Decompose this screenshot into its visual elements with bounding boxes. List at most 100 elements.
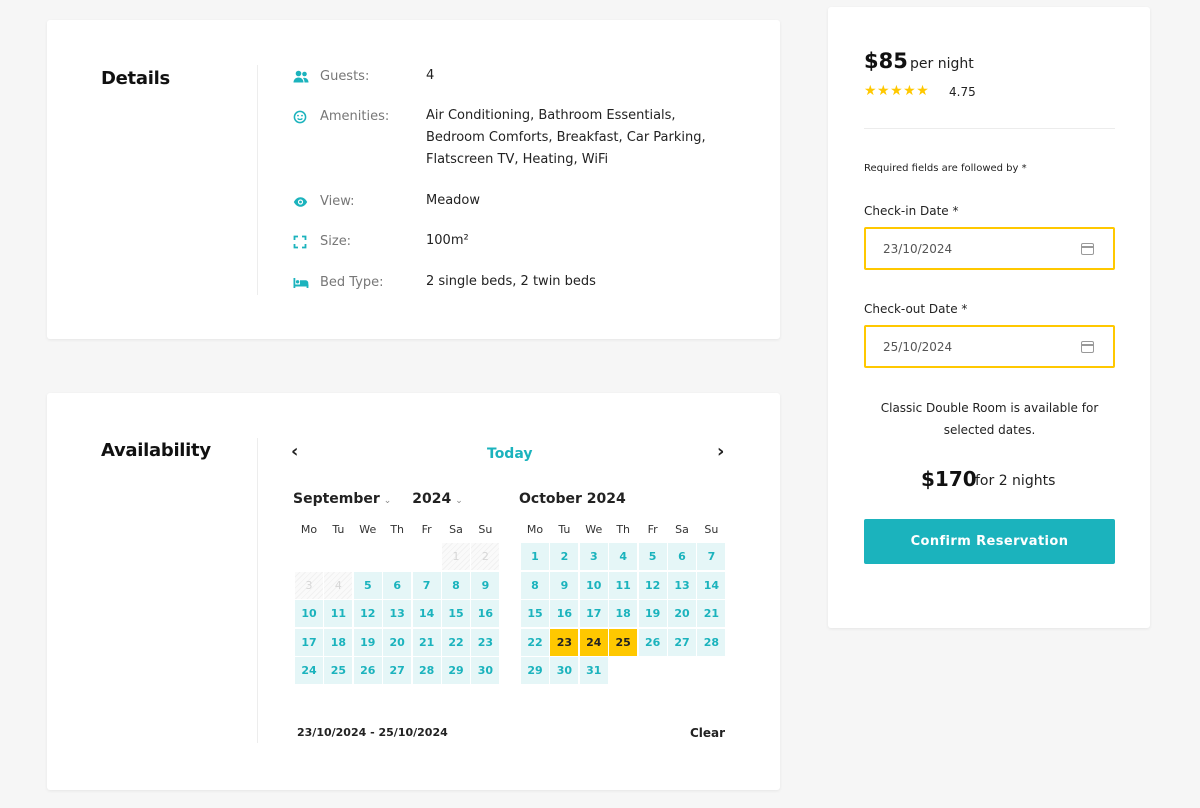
- calendar-day[interactable]: 8: [442, 571, 470, 599]
- calendar-day[interactable]: 22: [521, 628, 549, 656]
- calendar-day[interactable]: 26: [638, 628, 667, 656]
- calendar-day[interactable]: 9: [471, 571, 500, 599]
- checkin-date-input[interactable]: [864, 227, 1115, 270]
- calendar-day[interactable]: 18: [324, 628, 353, 656]
- calendar-day[interactable]: 10: [295, 600, 323, 628]
- weekday-header: Su: [704, 523, 719, 536]
- calendar-day[interactable]: 29: [521, 657, 549, 685]
- september-header: September ⌄ 2024 ⌄: [293, 491, 463, 507]
- total-price: $170: [921, 467, 977, 491]
- availability-title: Availability: [101, 440, 211, 461]
- calendar-day[interactable]: 27: [668, 628, 696, 656]
- calendar-day[interactable]: 29: [442, 657, 470, 685]
- detail-label-bed-type: Bed Type:: [320, 275, 384, 290]
- calendar-day[interactable]: 8: [521, 571, 549, 599]
- year-select-chevron-icon[interactable]: ⌄: [455, 496, 463, 506]
- rating-value: 4.75: [949, 85, 976, 99]
- calendar-day[interactable]: 22: [442, 628, 470, 656]
- calendar-day[interactable]: 12: [638, 571, 667, 599]
- calendar-day[interactable]: 21: [412, 628, 441, 656]
- calendar-day[interactable]: 7: [697, 543, 726, 570]
- calendar-day[interactable]: 6: [383, 571, 412, 599]
- calendar-day[interactable]: 16: [471, 600, 500, 628]
- clear-dates-button[interactable]: Clear: [690, 726, 725, 740]
- calendar-day[interactable]: 26: [353, 657, 382, 685]
- price-divider: [864, 128, 1115, 129]
- weekday-header: We: [585, 523, 603, 536]
- checkout-date-input[interactable]: [864, 325, 1115, 368]
- next-month-button[interactable]: ›: [717, 441, 724, 462]
- calendar-day[interactable]: 3: [579, 543, 608, 570]
- calendar-day[interactable]: 20: [668, 600, 696, 628]
- month-select[interactable]: September: [293, 491, 380, 507]
- calendar-day[interactable]: 14: [697, 571, 726, 599]
- detail-label-view: View:: [320, 194, 355, 209]
- prev-month-button[interactable]: ‹: [291, 441, 298, 462]
- weekday-header: We: [359, 523, 377, 536]
- calendar-day[interactable]: 21: [697, 600, 726, 628]
- month-select-chevron-icon[interactable]: ⌄: [384, 496, 392, 506]
- nightly-price: $85: [864, 49, 908, 73]
- calendar-day[interactable]: 5: [353, 571, 382, 599]
- weekday-header: Sa: [675, 523, 689, 536]
- weekday-header: Fr: [647, 523, 658, 536]
- checkout-label: Check-out Date *: [864, 302, 968, 316]
- calendar-day[interactable]: 13: [383, 600, 412, 628]
- weekday-header: Th: [390, 523, 405, 536]
- calendar-day: 3: [295, 571, 323, 599]
- calendar-day[interactable]: 23: [471, 628, 500, 656]
- calendar-day[interactable]: 15: [442, 600, 470, 628]
- calendar-day[interactable]: 12: [353, 600, 382, 628]
- calendar-day[interactable]: 11: [324, 600, 353, 628]
- calendar-day[interactable]: 25: [324, 657, 353, 685]
- year-select[interactable]: 2024: [412, 491, 451, 507]
- bed-icon: [293, 278, 309, 288]
- detail-value-amenities: Air Conditioning, Bathroom Essentials, B…: [426, 108, 706, 167]
- price-unit: per night: [910, 56, 974, 72]
- checkout-calendar-icon[interactable]: [1081, 341, 1094, 353]
- calendar-day[interactable]: 28: [412, 657, 441, 685]
- calendar-day[interactable]: 17: [295, 628, 323, 656]
- today-button[interactable]: Today: [487, 446, 532, 462]
- calendar-day[interactable]: 1: [521, 543, 549, 570]
- weekday-header: Tu: [332, 523, 345, 536]
- details-title: Details: [101, 68, 170, 89]
- calendar-day-selected[interactable]: 23: [550, 628, 579, 656]
- calendar-day[interactable]: 10: [579, 571, 608, 599]
- calendar-day[interactable]: 20: [383, 628, 412, 656]
- calendar-day[interactable]: 6: [668, 543, 696, 570]
- weekday-header: Sa: [449, 523, 463, 536]
- calendar-day[interactable]: 24: [295, 657, 323, 685]
- calendar-day[interactable]: 27: [383, 657, 412, 685]
- details-divider: [257, 65, 258, 295]
- calendar-day[interactable]: 30: [471, 657, 500, 685]
- weekday-header: Fr: [421, 523, 432, 536]
- calendar-day[interactable]: 19: [638, 600, 667, 628]
- calendar-day[interactable]: 4: [609, 543, 638, 570]
- calendar-day-selected[interactable]: 24: [579, 628, 608, 656]
- calendar-day[interactable]: 19: [353, 628, 382, 656]
- checkin-calendar-icon[interactable]: [1081, 243, 1094, 255]
- detail-value-bed-type: 2 single beds, 2 twin beds: [426, 274, 596, 289]
- selected-range-text: 23/10/2024 - 25/10/2024: [297, 726, 448, 739]
- required-fields-note: Required fields are followed by *: [864, 163, 1027, 174]
- calendar-day[interactable]: 7: [412, 571, 441, 599]
- calendar-day[interactable]: 5: [638, 543, 667, 570]
- calendar-day[interactable]: 15: [521, 600, 549, 628]
- calendar-day[interactable]: 18: [609, 600, 638, 628]
- detail-label-guests: Guests:: [320, 69, 370, 84]
- calendar-day[interactable]: 2: [550, 543, 579, 570]
- weekday-header: Su: [478, 523, 493, 536]
- calendar-day[interactable]: 30: [550, 657, 579, 685]
- expand-icon: [293, 235, 307, 249]
- calendar-day-selected[interactable]: 25: [609, 628, 638, 656]
- calendar-day[interactable]: 31: [579, 657, 608, 685]
- calendar-day[interactable]: 9: [550, 571, 579, 599]
- calendar-day[interactable]: 28: [697, 628, 726, 656]
- calendar-day[interactable]: 16: [550, 600, 579, 628]
- calendar-day[interactable]: 14: [412, 600, 441, 628]
- calendar-day[interactable]: 11: [609, 571, 638, 599]
- calendar-day[interactable]: 13: [668, 571, 696, 599]
- confirm-reservation-button[interactable]: Confirm Reservation: [864, 519, 1115, 564]
- calendar-day[interactable]: 17: [579, 600, 608, 628]
